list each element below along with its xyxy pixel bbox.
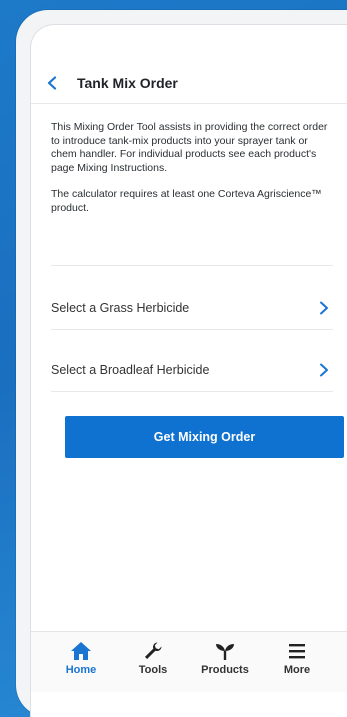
divider — [51, 391, 333, 392]
tab-home[interactable]: Home — [51, 632, 111, 676]
intro-paragraph-2: The calculator requires at least one Cor… — [51, 188, 322, 214]
select-label: Select a Broadleaf Herbicide — [51, 363, 210, 377]
tab-products[interactable]: Products — [195, 632, 255, 676]
get-mixing-order-button[interactable]: Get Mixing Order — [65, 416, 344, 458]
tab-label: Home — [65, 664, 97, 676]
page-title: Tank Mix Order — [77, 75, 178, 91]
intro-text: This Mixing Order Tool assists in provid… — [51, 121, 331, 228]
tab-more[interactable]: More — [267, 632, 327, 676]
chevron-left-icon — [47, 76, 57, 90]
bottom-tab-bar: Home Tools Products More — [31, 631, 347, 692]
tab-label: Tools — [138, 664, 168, 676]
app-screen: Tank Mix Order This Mixing Order Tool as… — [30, 24, 347, 717]
home-icon — [70, 640, 92, 662]
divider — [51, 265, 333, 266]
select-label: Select a Grass Herbicide — [51, 301, 190, 315]
nav-header: Tank Mix Order — [31, 63, 347, 104]
tab-label: Products — [201, 664, 249, 676]
broadleaf-herbicide-select[interactable]: Select a Broadleaf Herbicide — [51, 349, 331, 391]
sprout-icon — [215, 640, 235, 662]
divider — [51, 329, 333, 330]
phone-frame: Tank Mix Order This Mixing Order Tool as… — [16, 10, 347, 717]
tab-tools[interactable]: Tools — [123, 632, 183, 676]
grass-herbicide-select[interactable]: Select a Grass Herbicide — [51, 287, 331, 329]
tab-label: More — [283, 664, 311, 676]
intro-paragraph-1: This Mixing Order Tool assists in provid… — [51, 121, 328, 174]
wrench-icon — [143, 640, 163, 662]
menu-icon — [287, 640, 307, 662]
chevron-right-icon — [317, 363, 331, 377]
chevron-right-icon — [317, 301, 331, 315]
back-button[interactable] — [35, 66, 69, 100]
